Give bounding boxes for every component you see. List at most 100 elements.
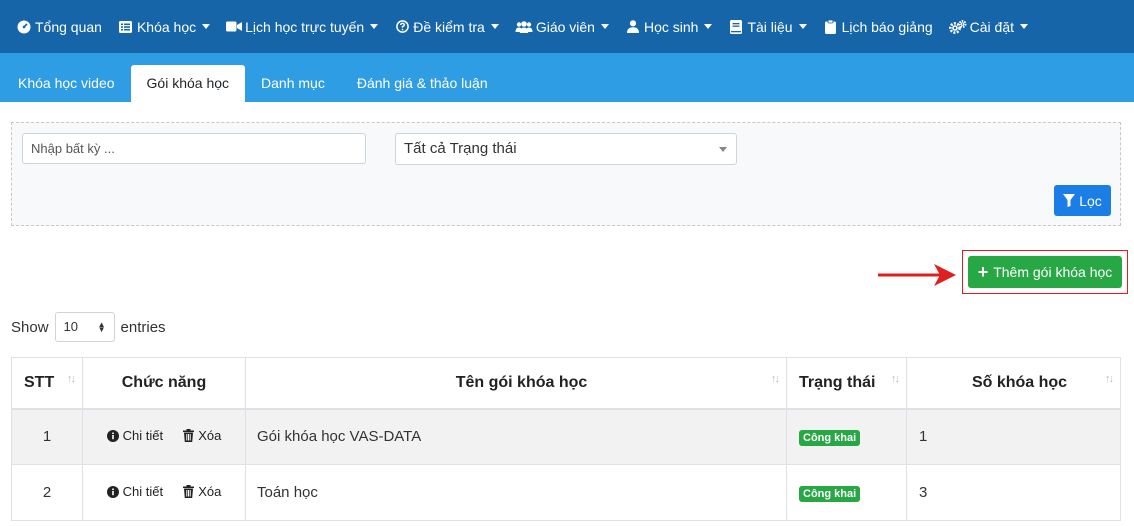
row-stt: 2 [11, 464, 83, 521]
filter-panel: Tất cả Trạng thái Lọc [11, 122, 1121, 226]
status-select-value: Tất cả Trạng thái [404, 140, 517, 157]
add-package-button[interactable]: + Thêm gói khóa học [968, 256, 1122, 288]
filter-button[interactable]: Lọc [1054, 185, 1111, 216]
row-actions: Chi tiết Xóa [82, 408, 246, 465]
table-header-row: STT ↑↓ Chức năng Tên gói khóa học ↑↓ Trạng… [11, 357, 1121, 410]
delete-button[interactable]: Xóa [183, 428, 221, 443]
caret-down-icon [798, 24, 807, 29]
header-functions: Chức năng [82, 357, 246, 410]
question-circle-icon [394, 20, 410, 34]
filter-icon [1063, 194, 1076, 207]
row-actions: Chi tiết Xóa [82, 464, 246, 521]
entries-label: entries [120, 318, 166, 336]
sort-icon: ↑↓ [891, 373, 900, 385]
table-row: 2 Chi tiết Xóa Toán học Công khai 3 [11, 464, 1121, 521]
nav-settings[interactable]: Cài đặt [948, 18, 1029, 35]
nav-courses[interactable]: Khóa học [118, 18, 211, 35]
caret-down-icon [704, 24, 713, 29]
sort-icon: ↑↓ [67, 373, 76, 385]
nav-documents[interactable]: Tài liệu [728, 18, 807, 35]
sort-icon: ↑↓ [1105, 373, 1114, 385]
caret-down-icon [370, 24, 379, 29]
row-count: 3 [906, 464, 1121, 521]
video-icon [226, 20, 243, 34]
caret-down-icon [600, 24, 609, 29]
tab-course-packages[interactable]: Gói khóa học [130, 65, 246, 102]
header-functions-label: Chức năng [121, 373, 207, 391]
dashboard-icon [16, 20, 32, 34]
detail-button[interactable]: Chi tiết [106, 428, 164, 444]
page-length-select[interactable]: 10 ▲ ▼ [54, 312, 115, 342]
show-label: Show [11, 318, 49, 336]
plus-icon: + [977, 262, 989, 282]
nav-label: Tổng quan [35, 18, 102, 35]
sub-tabs: Khóa học video Gói khóa học Danh mục Đán… [0, 53, 1134, 102]
header-count-label: Số khóa học [971, 373, 1068, 391]
cogs-icon [948, 19, 967, 34]
header-status-label: Trạng thái [799, 373, 876, 391]
status-badge: Công khai [799, 429, 861, 446]
delete-label: Xóa [198, 483, 222, 499]
clipboard-icon [823, 19, 839, 34]
chevron-down-icon [719, 147, 727, 152]
status-badge: Công khai [799, 485, 861, 502]
nav-tests[interactable]: Đề kiểm tra [394, 19, 499, 35]
table-row: 1 Chi tiết Xóa Gói khóa học VAS-DATA Côn… [11, 408, 1121, 465]
nav-online-schedule[interactable]: Lịch học trực tuyến [226, 18, 379, 35]
tab-video-courses[interactable]: Khóa học video [2, 65, 131, 102]
trash-icon [183, 428, 195, 442]
top-navbar: Tổng quan Khóa học Lịch học trực tuyến Đ… [0, 0, 1134, 53]
nav-label: Khóa học [136, 18, 197, 35]
add-button-highlight: + Thêm gói khóa học [962, 250, 1128, 294]
caret-down-icon [490, 24, 499, 29]
packages-table: STT ↑↓ Chức năng Tên gói khóa học ↑↓ Trạng… [11, 357, 1121, 521]
page-length-control: Show 10 ▲ ▼ entries [11, 312, 166, 342]
nav-students[interactable]: Học sinh [625, 18, 713, 35]
row-stt: 1 [11, 408, 83, 465]
info-circle-icon [106, 429, 119, 442]
status-select[interactable]: Tất cả Trạng thái [395, 133, 737, 165]
nav-dashboard[interactable]: Tổng quan [16, 19, 102, 35]
detail-label: Chi tiết [122, 428, 164, 444]
delete-button[interactable]: Xóa [183, 484, 221, 499]
nav-label: Giáo viên [535, 18, 595, 35]
user-icon [625, 20, 641, 34]
nav-label: Lịch học trực tuyến [245, 18, 365, 35]
users-icon [515, 20, 533, 34]
row-status: Công khai [786, 464, 907, 521]
nav-label: Cài đặt [969, 18, 1015, 35]
header-name-label: Tên gói khóa học [455, 373, 588, 391]
updown-icon: ▲ ▼ [97, 320, 106, 334]
row-name: Toán học [245, 464, 787, 521]
page-length-value: 10 [63, 319, 78, 334]
detail-button[interactable]: Chi tiết [106, 484, 164, 499]
nav-label: Lịch báo giảng [841, 18, 933, 35]
header-stt[interactable]: STT ↑↓ [11, 357, 83, 410]
header-name[interactable]: Tên gói khóa học ↑↓ [245, 357, 787, 410]
row-status: Công khai [786, 408, 907, 465]
caret-down-icon [202, 24, 211, 29]
tab-categories[interactable]: Danh mục [245, 65, 341, 102]
search-input[interactable] [22, 133, 366, 164]
row-count: 1 [906, 408, 1121, 465]
detail-label: Chi tiết [122, 484, 164, 499]
header-status[interactable]: Trạng thái ↑↓ [786, 357, 907, 410]
sort-icon: ↑↓ [771, 373, 780, 385]
info-circle-icon [106, 485, 119, 498]
list-icon [118, 20, 134, 34]
nav-teachers[interactable]: Giáo viên [515, 19, 609, 35]
nav-teaching-schedule[interactable]: Lịch báo giảng [823, 19, 933, 35]
header-stt-label: STT [24, 373, 55, 391]
nav-label: Tài liệu [747, 18, 793, 35]
tab-reviews-discussion[interactable]: Đánh giá & thảo luận [341, 65, 504, 102]
trash-icon [183, 484, 195, 498]
nav-label: Học sinh [643, 18, 699, 35]
header-count[interactable]: Số khóa học ↑↓ [906, 357, 1121, 410]
red-arrow-annotation [878, 264, 956, 286]
book-icon [728, 19, 744, 34]
add-package-label: Thêm gói khóa học [993, 264, 1113, 280]
caret-down-icon [1020, 24, 1029, 29]
row-name: Gói khóa học VAS-DATA [245, 408, 787, 465]
delete-label: Xóa [198, 427, 222, 443]
filter-button-label: Lọc [1079, 192, 1102, 209]
